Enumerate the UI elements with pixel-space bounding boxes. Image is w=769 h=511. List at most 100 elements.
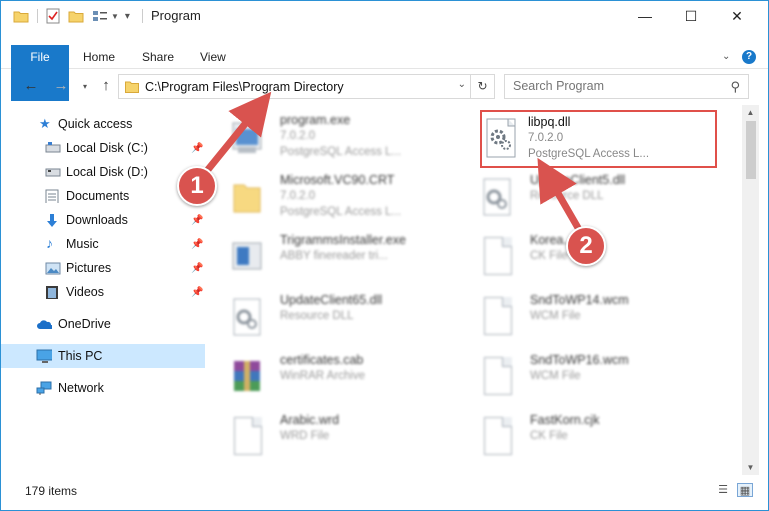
file-item[interactable]: FastKorn.cjk CK File [458, 409, 698, 465]
help-icon[interactable]: ? [742, 50, 756, 64]
file-name: program.exe [280, 113, 351, 127]
exe-icon [232, 122, 262, 153]
folder-icon [125, 81, 139, 93]
music-icon: ♪ [46, 235, 53, 251]
ribbon-tabs: File Home Share View ⌄ ? [1, 45, 768, 101]
large-icons-view-icon[interactable]: ▦ [737, 483, 753, 497]
file-detail: 7.0.2.0 [280, 190, 316, 202]
customize-qa-icon[interactable]: ▾ [125, 11, 130, 22]
tab-share[interactable]: Share [142, 45, 174, 69]
file-item[interactable]: Microsoft.VC90.CRT 7.0.2.0 PostgreSQL Ac… [208, 169, 448, 225]
nav-item-documents[interactable]: Documents 📌 [1, 184, 205, 208]
up-button[interactable]: ↑ [96, 77, 116, 94]
star-icon: ★ [39, 116, 51, 131]
nav-item-local-disk-d[interactable]: Local Disk (D:) [1, 160, 205, 184]
forward-button[interactable]: → [51, 77, 71, 94]
file-detail: PostgreSQL Access L... [280, 146, 402, 158]
file-name: certificates.cab [280, 353, 364, 367]
file-item[interactable]: program.exe 7.0.2.0 PostgreSQL Access L.… [208, 109, 448, 165]
drive-icon [45, 142, 61, 153]
recent-locations-icon[interactable]: ▾ [75, 82, 95, 91]
refresh-button[interactable]: ↻ [471, 74, 495, 99]
nav-label: Local Disk (D:) [66, 165, 148, 179]
nav-label: Downloads [66, 213, 128, 227]
search-box[interactable]: ⚲ [504, 74, 749, 99]
nav-item-downloads[interactable]: Downloads 📌 [1, 208, 205, 232]
dll-gear-icon [233, 298, 261, 336]
file-detail: WCM File [530, 370, 581, 382]
nav-label: This PC [58, 349, 103, 363]
file-item[interactable]: UpdateClient5.dll Resource DLL [458, 169, 698, 225]
tab-home[interactable]: Home [83, 45, 115, 69]
documents-icon [45, 189, 59, 203]
nav-item-music[interactable]: ♪ Music 📌 [1, 232, 205, 256]
file-item[interactable]: SndToWP14.wcm WCM File [458, 289, 698, 345]
file-name: Arabic.wrd [280, 413, 340, 427]
pin-icon[interactable]: 📌 [191, 263, 203, 274]
properties-icon[interactable] [46, 8, 60, 24]
scroll-down-icon[interactable]: ▼ [742, 463, 759, 472]
window-title: Program [151, 8, 201, 23]
view-options-icon[interactable] [92, 9, 108, 23]
nav-item-pictures[interactable]: Pictures 📌 [1, 256, 205, 280]
winrar-icon [234, 361, 260, 391]
new-folder-icon[interactable] [68, 9, 84, 23]
file-item[interactable]: Arabic.wrd WRD File [208, 409, 448, 465]
close-button[interactable]: ✕ [714, 1, 760, 31]
minimize-button[interactable]: — [622, 1, 668, 31]
folder-icon [233, 184, 261, 213]
file-item[interactable]: SndToWP16.wcm WCM File [458, 349, 698, 405]
tab-view[interactable]: View [200, 45, 226, 69]
pin-icon[interactable]: 📌 [191, 215, 203, 226]
file-item[interactable]: TrigrammsInstaller.exe ABBY finereader t… [208, 229, 448, 285]
nav-item-quick-access[interactable]: ★ Quick access [1, 112, 205, 136]
file-name: Microsoft.VC90.CRT [280, 173, 395, 187]
file-item[interactable]: certificates.cab WinRAR Archive [208, 349, 448, 405]
videos-icon [46, 286, 58, 299]
pictures-icon [45, 262, 61, 275]
maximize-button[interactable]: ☐ [668, 1, 714, 31]
nav-item-network[interactable]: Network [1, 376, 205, 400]
document-icon [484, 297, 512, 335]
file-item-libpq-dll[interactable]: libpq.dll 7.0.2.0 PostgreSQL Access L... [482, 112, 715, 166]
nav-label: Local Disk (C:) [66, 141, 148, 155]
document-icon [234, 417, 262, 455]
scroll-thumb[interactable] [746, 121, 756, 179]
nav-item-videos[interactable]: Videos 📌 [1, 280, 205, 304]
nav-item-local-disk-c[interactable]: Local Disk (C:) 📌 [1, 136, 205, 160]
nav-label: Music [66, 237, 99, 251]
vertical-scrollbar[interactable]: ▲ ▼ [742, 105, 759, 475]
pin-icon[interactable]: 📌 [191, 287, 203, 298]
ribbon-expand-icon[interactable]: ⌄ [722, 45, 730, 69]
file-detail: Resource DLL [530, 190, 604, 202]
file-detail: CK File [530, 250, 568, 262]
dll-gear-icon [483, 178, 511, 216]
back-button[interactable]: ← [21, 77, 41, 94]
scroll-up-icon[interactable]: ▲ [742, 108, 759, 117]
qa-dropdown-icon[interactable]: ▼ [111, 12, 119, 21]
onedrive-icon [37, 320, 52, 329]
details-view-icon[interactable]: ☰ [715, 483, 731, 497]
address-bar[interactable]: C:\Program Files\Program Directory ⌄ [118, 74, 471, 99]
file-version: 7.0.2.0 [528, 132, 564, 144]
nav-item-this-pc[interactable]: This PC [1, 344, 205, 368]
file-name: FastKorn.cjk [530, 413, 600, 427]
annotation-badge-1: 1 [177, 166, 217, 206]
nav-label: Documents [66, 189, 130, 203]
pin-icon[interactable]: 📌 [191, 239, 203, 250]
file-name: UpdateClient5.dll [530, 173, 626, 187]
item-count: 179 items [25, 484, 78, 498]
address-dropdown-icon[interactable]: ⌄ [458, 79, 466, 90]
document-icon [484, 357, 512, 395]
dll-gear-icon [486, 118, 516, 158]
file-detail: Resource DLL [280, 310, 354, 322]
download-icon [47, 214, 57, 227]
pin-icon[interactable]: 📌 [191, 143, 203, 154]
nav-label: Quick access [58, 117, 133, 131]
file-detail: WRD File [280, 430, 330, 442]
nav-item-onedrive[interactable]: OneDrive [1, 312, 205, 336]
search-input[interactable] [513, 79, 723, 93]
file-item[interactable]: UpdateClient65.dll Resource DLL [208, 289, 448, 345]
file-detail: 7.0.2.0 [280, 130, 316, 142]
file-detail: CK File [530, 430, 568, 442]
